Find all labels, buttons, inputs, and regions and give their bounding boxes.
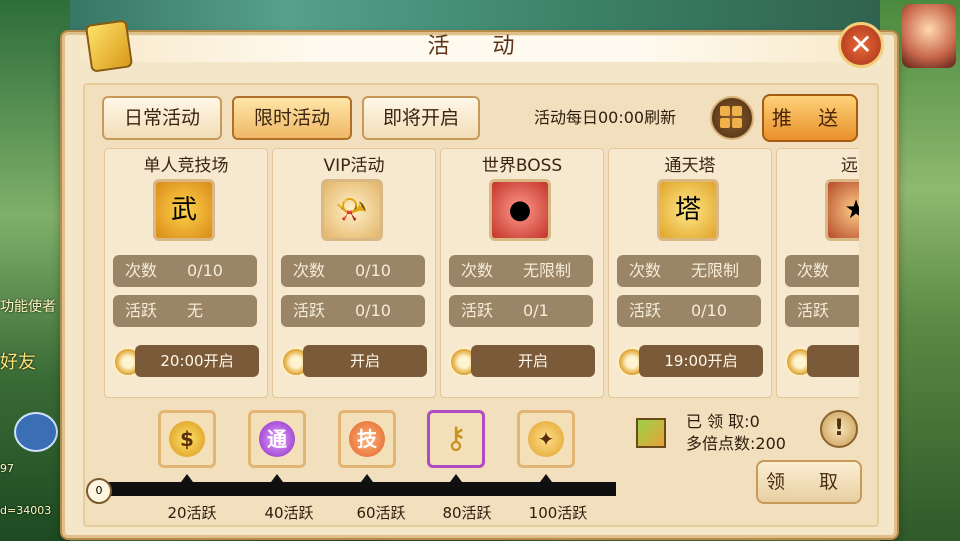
tick — [361, 474, 373, 482]
active-stat: 活跃无 — [113, 295, 257, 327]
treasure-bag-icon: ✦ — [528, 421, 564, 457]
tab-daily[interactable]: 日常活动 — [102, 96, 222, 140]
activity-name: 远古 — [841, 156, 859, 176]
claim-button[interactable]: 领 取 — [756, 460, 862, 504]
tick-label: 80活跃 — [442, 504, 492, 522]
activity-progress-bar — [100, 482, 616, 496]
tick — [450, 474, 462, 482]
activity-card[interactable]: VIP活动 📯 次数 0/10 活跃 0/10 开启 — [272, 148, 436, 398]
count-stat: 次数 0/10 — [281, 255, 425, 287]
open-time[interactable]: 19:00开启 — [617, 345, 765, 379]
count-stat: 次数 无限制 — [617, 255, 761, 287]
reward-100[interactable]: ✦ — [517, 410, 575, 468]
tick-label: 100活跃 — [528, 504, 588, 522]
side-level: 97 — [0, 462, 14, 475]
player-avatar[interactable] — [902, 4, 956, 68]
multiplier-icon — [636, 418, 666, 448]
progress-start: 0 — [86, 478, 112, 504]
tab-upcoming[interactable]: 即将开启 — [362, 96, 480, 140]
active-stat: 活跃 0/1 — [449, 295, 593, 327]
tick — [181, 474, 193, 482]
scene-top — [0, 0, 960, 34]
count-stat: 次数 无限制 — [449, 255, 593, 287]
tick — [271, 474, 283, 482]
horn-icon: 📯 — [321, 179, 383, 241]
wu-shield-icon: 武 — [153, 179, 215, 241]
activity-name: 世界BOSS — [481, 156, 563, 176]
open-time[interactable]: 20:00开启 — [113, 345, 261, 379]
push-button[interactable]: 推 送 — [762, 94, 858, 142]
open-time[interactable]: 开 — [785, 345, 859, 379]
open-time[interactable]: 开启 — [281, 345, 429, 379]
side-coord: d=34003 — [0, 504, 52, 517]
count-stat: 次数 0/10 — [113, 255, 257, 287]
open-time[interactable]: 开启 — [449, 345, 597, 379]
reward-60[interactable]: 技 — [338, 410, 396, 468]
activity-card[interactable]: 远古 ★ 次数 活跃 开 — [776, 148, 859, 398]
multiplier-points: 多倍点数:200 — [686, 434, 786, 453]
reward-40[interactable]: 通 — [248, 410, 306, 468]
tick — [540, 474, 552, 482]
grid-menu-icon[interactable] — [710, 96, 754, 140]
friends-label[interactable]: 好友 — [0, 348, 36, 374]
scroll-icon — [84, 19, 134, 73]
tower-icon: 塔 — [657, 179, 719, 241]
tick-label: 60活跃 — [356, 504, 406, 522]
close-button[interactable]: ✕ — [838, 22, 884, 68]
tick-label: 20活跃 — [167, 504, 217, 522]
ji-orb-icon: 技 — [349, 421, 385, 457]
activity-card[interactable]: 通天塔 塔 次数 无限制 活跃 0/10 19:00开启 — [608, 148, 772, 398]
active-stat: 活跃 0/10 — [617, 295, 761, 327]
chat-bubble-icon[interactable] — [14, 412, 58, 452]
scene-left — [0, 0, 70, 541]
tong-orb-icon: 通 — [259, 421, 295, 457]
activity-name: 单人竞技场 — [143, 156, 229, 176]
activity-card[interactable]: 世界BOSS ● 次数 无限制 活跃 0/1 开启 — [440, 148, 604, 398]
tick-label: 40活跃 — [264, 504, 314, 522]
activity-card[interactable]: 单人竞技场 武 次数 0/10 活跃无 20:00开启 — [104, 148, 268, 398]
refresh-note: 活动每日00:00刷新 — [534, 108, 677, 127]
activity-list[interactable]: 单人竞技场 武 次数 0/10 活跃无 20:00开启 VIP活动 📯 次数 0/1… — [104, 148, 859, 398]
claimed-count: 已 领 取:0 — [686, 412, 760, 431]
ancient-warrior-icon: ★ — [825, 179, 859, 241]
side-text: 功能使者 — [0, 299, 56, 315]
boss-orb-icon: ● — [489, 179, 551, 241]
tab-limited[interactable]: 限时活动 — [232, 96, 352, 140]
info-icon[interactable]: ! — [820, 410, 858, 448]
panel-title: 活 动 — [427, 34, 533, 59]
reward-80[interactable]: ⚷ — [427, 410, 485, 468]
gold-coin-icon: $ — [169, 421, 205, 457]
active-stat: 活跃 — [785, 295, 859, 327]
active-stat: 活跃 0/10 — [281, 295, 425, 327]
activity-name: VIP活动 — [323, 156, 385, 176]
reward-20[interactable]: $ — [158, 410, 216, 468]
activity-name: 通天塔 — [664, 156, 716, 176]
key-icon: ⚷ — [445, 421, 467, 456]
count-stat: 次数 — [785, 255, 859, 287]
